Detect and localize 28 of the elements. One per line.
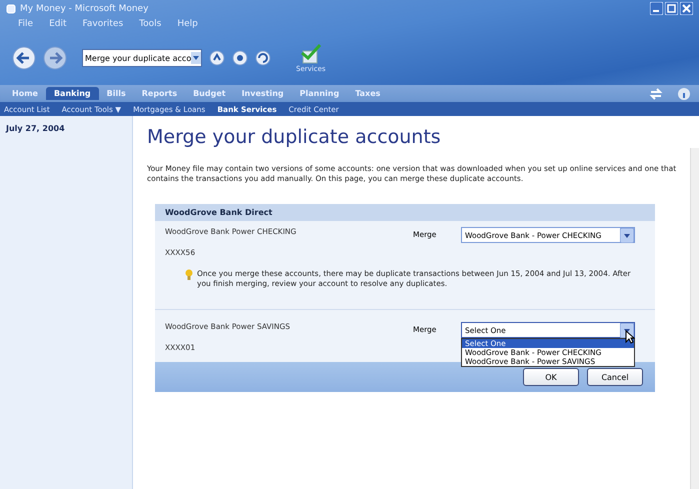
ok-button[interactable]: OK	[523, 368, 579, 386]
refresh-icon[interactable]	[255, 50, 271, 66]
menu-item[interactable]: File	[18, 19, 34, 29]
group-header: WoodGrove Bank Direct	[155, 204, 655, 221]
date-label: July 27, 2004	[6, 124, 66, 133]
app-icon[interactable]	[6, 4, 16, 14]
menu-item[interactable]: Edit	[49, 19, 66, 29]
back-icon[interactable]	[12, 46, 36, 70]
close-icon[interactable]	[680, 2, 693, 15]
window-title: My Money - Microsoft Money	[20, 4, 148, 14]
cancel-button[interactable]: Cancel	[587, 368, 643, 386]
sync-icon[interactable]	[649, 86, 663, 100]
caret-icon[interactable]	[191, 52, 201, 64]
menu-item[interactable]: Favorites	[82, 19, 124, 29]
up-icon[interactable]	[209, 50, 225, 66]
maximize-icon[interactable]	[665, 2, 678, 15]
help-icon[interactable]	[677, 86, 691, 100]
page-heading: Merge your duplicate accounts	[147, 126, 442, 148]
checkmark-icon[interactable]	[300, 43, 322, 65]
cursor-icon[interactable]	[625, 330, 635, 344]
nav-tab[interactable]: Banking	[46, 87, 99, 100]
menu-item[interactable]: Tools	[139, 19, 162, 29]
menu-item[interactable]: Help	[177, 19, 198, 29]
minimize-icon[interactable]	[650, 2, 663, 15]
forward-icon[interactable]	[43, 46, 67, 70]
stop-icon[interactable]	[232, 50, 248, 66]
scrollbar[interactable]	[690, 148, 699, 489]
address-field[interactable]: Merge your duplicate acco	[82, 49, 202, 67]
